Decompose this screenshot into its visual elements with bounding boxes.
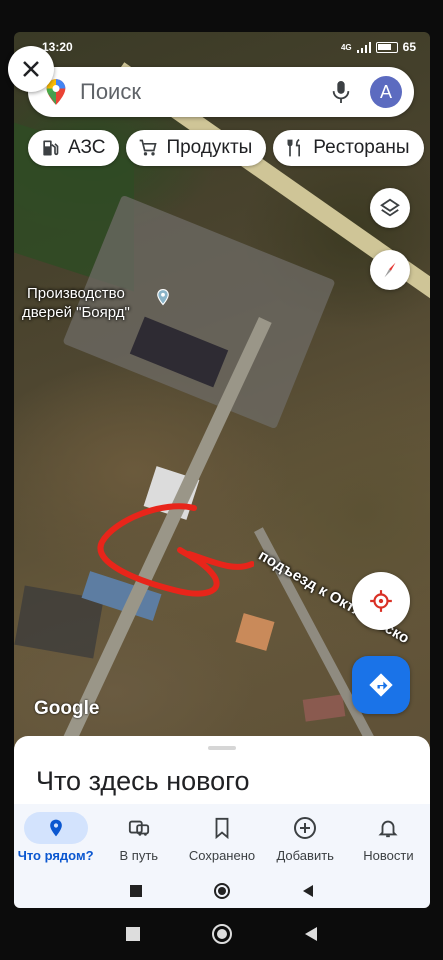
battery-level: 65	[402, 40, 416, 54]
recents-icon[interactable]	[129, 884, 143, 898]
status-bar: 13:20 4G 65	[14, 38, 430, 54]
nav-updates[interactable]: Новости	[347, 804, 430, 874]
category-chips: АЗС Продукты Рестораны	[28, 130, 424, 166]
nav-icon-pill	[273, 812, 337, 844]
directions-icon	[369, 673, 393, 697]
sheet-drag-handle[interactable]	[208, 746, 236, 750]
place-name-line2: дверей "Боярд"	[22, 304, 130, 321]
nav-saved[interactable]: Сохранено	[180, 804, 263, 874]
microphone-icon[interactable]	[330, 79, 352, 105]
close-button[interactable]	[8, 46, 54, 92]
avatar[interactable]: A	[370, 76, 402, 108]
compass-icon	[384, 262, 396, 278]
layers-button[interactable]	[370, 188, 410, 228]
place-label[interactable]: Производство дверей "Боярд"	[22, 284, 130, 322]
google-attribution: Google	[34, 698, 100, 719]
nav-label: Добавить	[276, 848, 334, 863]
inner-system-nav	[14, 874, 430, 908]
phone-frame: Производство дверей "Боярд" подъезд к Ок…	[0, 0, 443, 960]
nav-contribute[interactable]: Добавить	[264, 804, 347, 874]
nav-label: Сохранено	[188, 848, 256, 863]
back-icon[interactable]	[303, 926, 319, 942]
map-building	[302, 694, 346, 722]
app-screen: Производство дверей "Боярд" подъезд к Ок…	[14, 32, 430, 908]
recents-icon[interactable]	[125, 926, 141, 942]
place-name-line1: Производство	[27, 285, 125, 302]
map-building	[235, 613, 275, 651]
nav-label: В путь	[119, 848, 159, 863]
cart-icon	[140, 139, 158, 156]
chip-label: Рестораны	[313, 137, 410, 158]
chip-label: АЗС	[68, 137, 106, 158]
chip-groceries[interactable]: Продукты	[126, 130, 267, 166]
battery-icon	[375, 41, 398, 53]
bottom-navigation: Что рядом? В путь Сохранено Добавить Нов…	[14, 804, 430, 874]
nav-icon-pill	[356, 812, 420, 844]
bell-icon	[378, 820, 398, 838]
nav-label: Новости	[363, 848, 414, 863]
nav-icon-pill	[107, 812, 171, 844]
back-icon[interactable]	[301, 884, 315, 898]
nav-go[interactable]: В путь	[97, 804, 180, 874]
nav-icon-pill	[190, 812, 254, 844]
signal-label: 4G	[340, 42, 352, 52]
nav-explore[interactable]: Что рядом?	[14, 804, 97, 874]
locate-icon	[370, 590, 392, 612]
status-right: 4G 65	[341, 40, 416, 54]
add-circle-icon	[294, 817, 317, 839]
home-icon[interactable]	[213, 882, 231, 900]
compass-button[interactable]	[370, 250, 410, 290]
close-icon	[23, 61, 39, 77]
commute-icon	[128, 820, 149, 836]
search-input[interactable]: Поиск	[80, 79, 330, 105]
bookmark-icon	[215, 817, 229, 839]
sheet-title: Что здесь нового	[36, 766, 250, 796]
nav-icon-pill	[23, 812, 88, 844]
system-navigation-bar	[0, 908, 443, 960]
nav-label: Что рядом?	[17, 848, 94, 863]
signal-icon	[356, 41, 371, 53]
location-pin-icon	[49, 819, 62, 837]
chip-gas-stations[interactable]: АЗС	[28, 130, 120, 166]
place-pin-icon[interactable]	[154, 288, 172, 306]
my-location-button[interactable]	[352, 572, 410, 630]
chip-label: Продукты	[166, 137, 253, 158]
restaurant-icon	[287, 138, 301, 157]
gas-station-icon	[43, 140, 59, 156]
layers-icon	[380, 198, 400, 217]
home-icon[interactable]	[211, 923, 233, 945]
search-bar[interactable]: Поиск A	[28, 67, 414, 117]
chip-restaurants[interactable]: Рестораны	[273, 130, 424, 166]
directions-button[interactable]	[352, 656, 410, 714]
red-marker-scribble	[97, 503, 254, 597]
